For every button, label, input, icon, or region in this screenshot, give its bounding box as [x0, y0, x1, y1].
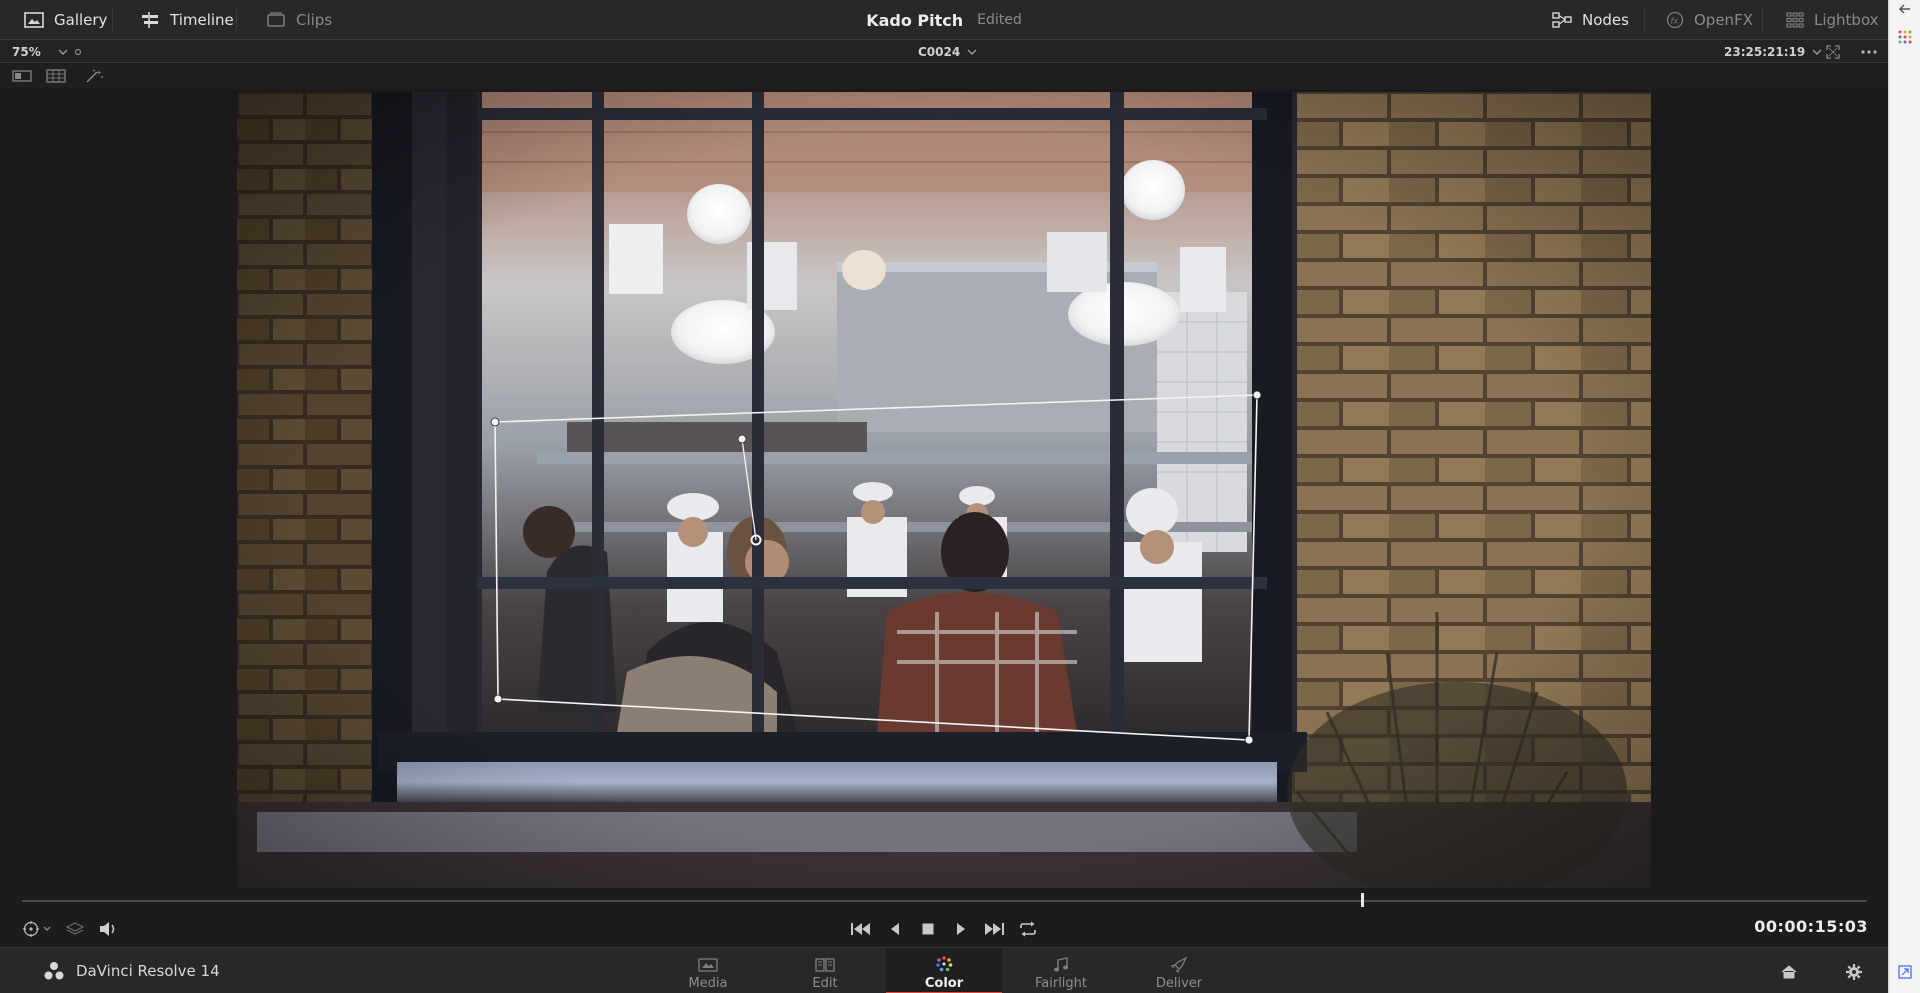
page-edit-label: Edit	[812, 976, 838, 991]
page-color[interactable]: Color	[886, 948, 1002, 993]
viewer-overlay-button[interactable]	[20, 919, 56, 939]
music-note-icon	[1054, 957, 1068, 972]
clips-icon	[267, 12, 285, 27]
more-icon	[1861, 49, 1877, 54]
go-to-start-button[interactable]	[848, 919, 874, 939]
app-branding: DaVinci Resolve 14	[44, 948, 220, 993]
page-fairlight-label: Fairlight	[1034, 976, 1088, 991]
divider	[1762, 8, 1763, 32]
browser-side-strip	[1888, 0, 1920, 993]
source-timecode: 23:25:21:19	[1724, 44, 1806, 59]
page-media[interactable]: Media	[650, 948, 766, 993]
timeline-scrubber[interactable]	[0, 889, 1888, 911]
page-fairlight[interactable]: Fairlight	[1003, 948, 1119, 993]
chevron-down-icon	[1812, 49, 1822, 55]
target-icon	[23, 921, 51, 937]
color-wheel-icon	[936, 956, 953, 972]
davinci-logo-icon	[44, 962, 64, 980]
layers-icon	[66, 922, 84, 935]
fullscreen-button[interactable]	[1826, 40, 1840, 63]
nodes-icon	[1552, 12, 1572, 28]
clips-label: Clips	[296, 11, 333, 29]
nodes-button[interactable]: Nodes	[1552, 0, 1629, 40]
page-deliver[interactable]: Deliver	[1121, 948, 1237, 993]
rocket-icon	[1170, 956, 1188, 974]
project-status: Edited	[977, 12, 1022, 28]
nodes-label: Nodes	[1582, 11, 1629, 29]
media-icon	[698, 958, 718, 972]
play-reverse-button[interactable]	[884, 919, 906, 939]
scrubber-track[interactable]	[22, 900, 1867, 902]
page-media-label: Media	[688, 976, 728, 991]
shortcut-icon[interactable]	[1898, 965, 1912, 979]
gear-icon	[1846, 964, 1862, 980]
video-frame-image	[237, 92, 1651, 888]
page-navigation-bar: DaVinci Resolve 14 Media Edit Color Fair…	[0, 947, 1888, 993]
play-reverse-icon	[891, 923, 899, 935]
skip-forward-icon	[985, 923, 1004, 935]
grid-icon[interactable]	[46, 69, 66, 83]
openfx-label: OpenFX	[1694, 11, 1753, 29]
volume-button[interactable]	[96, 919, 120, 939]
home-icon	[1781, 965, 1797, 979]
chevron-down-icon	[58, 49, 68, 55]
go-to-end-button[interactable]	[981, 919, 1007, 939]
fullscreen-icon	[1826, 44, 1840, 59]
clip-name: C0024	[918, 44, 961, 59]
clips-button[interactable]: Clips	[266, 0, 332, 40]
page-edit[interactable]: Edit	[767, 948, 883, 993]
divider	[1644, 8, 1645, 32]
play-icon	[957, 923, 965, 935]
page-color-label: Color	[924, 976, 964, 991]
transport-controls: 00:00:15:03	[0, 911, 1888, 947]
chevron-down-icon	[967, 49, 977, 55]
settings-button[interactable]	[1845, 963, 1863, 981]
record-timecode: 00:00:15:03	[1754, 917, 1868, 936]
gallery-icon	[24, 12, 44, 28]
edit-icon	[815, 958, 835, 972]
zoom-value: 75%	[12, 44, 41, 59]
stop-button[interactable]	[917, 919, 939, 939]
page-deliver-label: Deliver	[1155, 976, 1203, 991]
stop-icon	[922, 923, 934, 935]
timeline-label: Timeline	[170, 11, 234, 29]
viewer	[0, 89, 1888, 889]
play-button[interactable]	[950, 919, 972, 939]
timeline-icon	[142, 12, 158, 28]
magic-wand-icon[interactable]	[84, 69, 104, 83]
project-title: Kado Pitch	[866, 10, 964, 30]
speaker-icon	[100, 922, 115, 936]
lightbox-button[interactable]: Lightbox	[1786, 0, 1879, 40]
layers-button[interactable]	[64, 919, 86, 939]
zoom-dropdown[interactable]: 75%	[12, 40, 69, 63]
source-timecode-dropdown[interactable]: 23:25:21:19	[1724, 40, 1823, 63]
openfx-button[interactable]: fx OpenFX	[1666, 0, 1753, 40]
viewer-options-button[interactable]	[74, 40, 82, 63]
divider	[236, 8, 237, 32]
more-options-button[interactable]	[1860, 40, 1878, 63]
skip-back-icon	[851, 923, 870, 935]
app-name: DaVinci Resolve 14	[76, 962, 220, 980]
lightbox-label: Lightbox	[1814, 11, 1879, 29]
gallery-button[interactable]: Gallery	[24, 0, 107, 40]
dot-icon	[74, 48, 82, 55]
lightbox-icon	[1786, 12, 1804, 28]
arrow-left-icon[interactable]	[1898, 2, 1912, 16]
loop-button[interactable]	[1016, 919, 1040, 939]
loop-icon	[1020, 921, 1036, 937]
viewer-tool-strip	[0, 63, 1888, 89]
clip-dropdown[interactable]: C0024	[918, 40, 978, 63]
apps-grid-icon[interactable]	[1898, 30, 1912, 44]
viewer-header: 75% C0024 23:25:21:19	[0, 40, 1888, 63]
video-frame[interactable]	[237, 92, 1651, 888]
svg-text:fx: fx	[1671, 17, 1679, 26]
top-toolbar: Gallery Timeline Clips Kado Pitch Edited…	[0, 0, 1888, 40]
timeline-button[interactable]: Timeline	[140, 0, 234, 40]
viewer-mode-icon[interactable]	[12, 69, 32, 83]
gallery-label: Gallery	[54, 11, 108, 29]
divider	[112, 8, 113, 32]
playhead[interactable]	[1361, 893, 1364, 907]
project-manager-button[interactable]	[1780, 963, 1798, 981]
openfx-icon: fx	[1666, 11, 1684, 29]
